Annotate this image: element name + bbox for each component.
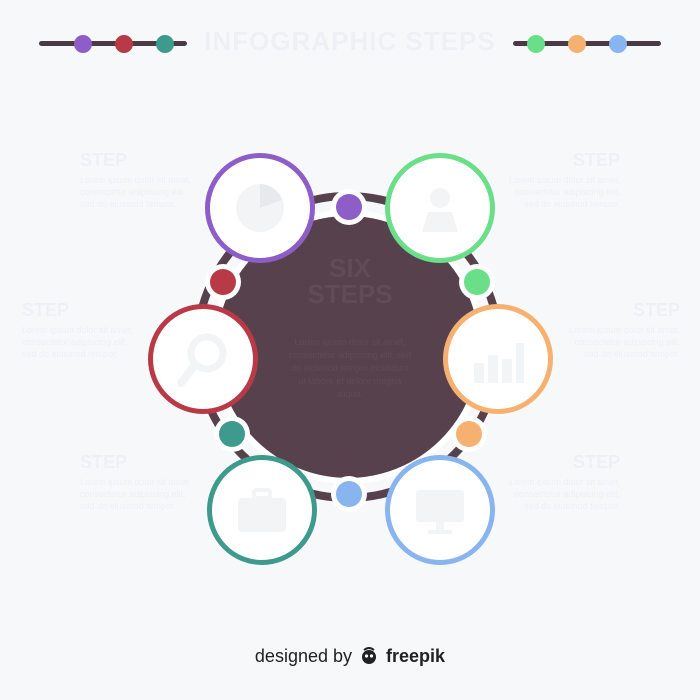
footer-prefix: designed by	[254, 646, 352, 666]
connector-dot-1	[331, 189, 367, 225]
step-ring-4	[443, 304, 553, 414]
center-title: SIX STEPS	[307, 253, 393, 309]
step-text-1: STEP Lorem ipsum dolor sit amet, consecte…	[80, 150, 192, 209]
step-text-6: STEP Lorem ipsum dolor sit amet, consecte…	[508, 452, 620, 511]
bar-chart-icon	[474, 343, 524, 383]
step-text-4: STEP Lorem ipsum dolor sit amet, consecte…	[568, 300, 680, 359]
center-description: Lorem ipsum dolor sit amet, consectetur …	[288, 337, 412, 399]
step-text-5: STEP Lorem ipsum dolor sit amet, consecte…	[80, 452, 192, 511]
footer-brand: freepik	[386, 646, 446, 666]
connector-dot-6	[205, 264, 241, 300]
connector-dot-2	[459, 264, 495, 300]
footer-credit: designed by freepik	[0, 646, 700, 667]
step-ring-2	[385, 153, 495, 263]
connector-dot-3	[451, 416, 487, 452]
pie-chart-icon	[236, 184, 284, 232]
step-ring-6	[385, 455, 495, 565]
magnifier-icon	[177, 333, 227, 387]
connector-dot-5	[214, 416, 250, 452]
briefcase-icon	[238, 488, 286, 532]
freepik-logo-icon	[359, 647, 379, 665]
step-ring-3	[148, 304, 258, 414]
connector-dot-4	[331, 476, 367, 512]
step-ring-1	[205, 153, 315, 263]
step-text-2: STEP Lorem ipsum dolor sit amet, consecte…	[508, 150, 620, 209]
user-icon	[422, 188, 458, 232]
monitor-icon	[416, 490, 464, 534]
step-text-3: STEP Lorem ipsum dolor sit amet, consecte…	[22, 300, 134, 359]
step-ring-5	[207, 455, 317, 565]
